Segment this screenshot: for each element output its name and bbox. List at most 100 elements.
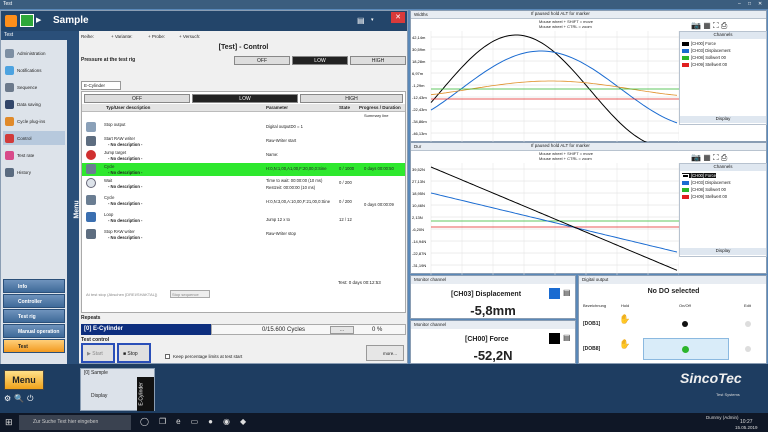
sidebar-item-history[interactable]: History bbox=[3, 165, 65, 179]
raw-writer-icon bbox=[86, 136, 96, 146]
cyl-high-button[interactable]: HIGH bbox=[300, 94, 403, 103]
chart1-plot[interactable]: 42,14m 30,59m 18,28m 6,97m -1,29m -12,43m -22,… bbox=[411, 31, 679, 143]
window-title: Sample bbox=[53, 15, 89, 26]
sidebar-item-test-rate[interactable]: Test rate bbox=[3, 148, 65, 162]
menu-strip[interactable]: Menu bbox=[67, 31, 81, 365]
dropdown-icon[interactable]: ▾ bbox=[371, 17, 374, 23]
windows-start-icon[interactable]: ⊞ bbox=[5, 417, 13, 428]
monitor1-settings-icon[interactable]: ▤ bbox=[563, 288, 571, 297]
repeat-options-button[interactable]: ... bbox=[330, 326, 354, 334]
fullscreen-icon[interactable]: ⛶ bbox=[713, 21, 719, 30]
legend-item[interactable]: [CH09] Stellwert 00 bbox=[682, 62, 727, 67]
monitor1-color[interactable] bbox=[549, 288, 560, 299]
chart-icon[interactable]: ▦ bbox=[703, 153, 711, 162]
table-row[interactable]: Stop output Digital outputD0 = 1 bbox=[82, 121, 405, 134]
chart-dur[interactable]: Dur If paused hold ALT for marker Mouse … bbox=[410, 142, 767, 275]
table-row[interactable]: Wait - No description - Time to wait: 00:0… bbox=[82, 177, 405, 193]
table-row[interactable]: Loop - No description - Jump 12 x to 12 / 1… bbox=[82, 211, 405, 227]
nav-group-manual-operation[interactable]: Manual operation bbox=[3, 324, 65, 338]
fullscreen-icon[interactable]: ⛶ bbox=[713, 153, 719, 162]
task-view-icon[interactable]: ❐ bbox=[159, 417, 166, 426]
legend-item[interactable]: [CH09] Stellwert 00 bbox=[682, 194, 727, 199]
do-row-1-edit[interactable] bbox=[745, 321, 751, 327]
play-icon[interactable]: ▶ bbox=[36, 16, 41, 24]
table-row[interactable]: Stop RAW writer - No description - Raw-Wri… bbox=[82, 228, 405, 241]
menu-button[interactable]: Menu bbox=[4, 370, 44, 390]
chart1-display-header[interactable]: Display bbox=[680, 116, 766, 123]
chart-icon[interactable]: ▦ bbox=[703, 21, 711, 30]
folder-icon[interactable]: ▭ bbox=[191, 417, 199, 426]
camera-icon[interactable]: 📷 bbox=[691, 21, 701, 30]
chart-widths[interactable]: Widths If paused hold ALT for marker Mou… bbox=[410, 10, 767, 143]
sample-tile[interactable]: [0] Sample Display E-Cylinder bbox=[80, 368, 155, 411]
window-close-button[interactable]: ✕ bbox=[391, 12, 405, 23]
variante-label[interactable]: + Variante: bbox=[111, 34, 133, 39]
table-row-active[interactable]: Cycle - No description - H:0,N:1,00,A1,00,… bbox=[82, 163, 405, 176]
close-button[interactable]: ✕ bbox=[758, 1, 762, 7]
nav-group-test[interactable]: Test bbox=[3, 339, 65, 353]
at-test-stop-select[interactable]: Stop sequence bbox=[170, 290, 210, 298]
monitor2-color[interactable] bbox=[549, 333, 560, 344]
do-row-2-edit[interactable] bbox=[745, 346, 751, 352]
chart2-display-header[interactable]: Display bbox=[680, 248, 766, 255]
mic-icon[interactable]: ◯ bbox=[140, 417, 149, 426]
nav-group-controller[interactable]: Controller bbox=[3, 294, 65, 308]
firefox-icon[interactable]: ● bbox=[208, 417, 213, 426]
legend-item-selected[interactable]: [CH00] Force bbox=[682, 173, 716, 178]
pressure-off-button[interactable]: OFF bbox=[234, 56, 290, 65]
toolbox-icon[interactable]: ▤ bbox=[357, 16, 365, 25]
sidebar-item-control[interactable]: Control bbox=[3, 131, 65, 145]
power-icon[interactable]: ⏻ bbox=[27, 394, 33, 408]
table-row[interactable]: Start RAW writer - No description - Raw-Wr… bbox=[82, 135, 405, 148]
do-row-2-state[interactable] bbox=[682, 346, 689, 353]
probe-label[interactable]: + Probe: bbox=[148, 34, 165, 39]
reihe-label[interactable]: Reihe: bbox=[81, 34, 94, 39]
cyl-off-button[interactable]: OFF bbox=[84, 94, 190, 103]
nav-group-test-rig[interactable]: Test rig bbox=[3, 309, 65, 323]
camera-icon[interactable]: 📷 bbox=[691, 153, 701, 162]
legend-item[interactable]: [CH08] Sollwert 00 bbox=[682, 187, 726, 192]
hand-icon[interactable]: ✋ bbox=[619, 339, 630, 350]
legend-item[interactable]: [CH03] Displacement bbox=[682, 48, 731, 53]
cycle-icon[interactable] bbox=[20, 14, 34, 27]
monitor2-settings-icon[interactable]: ▤ bbox=[563, 333, 571, 342]
table-row[interactable]: Jump target - No description - Name: bbox=[82, 149, 405, 162]
start-button[interactable]: ▶ Start bbox=[81, 343, 115, 363]
legend-item[interactable]: [CH00] Force bbox=[682, 41, 716, 46]
more-button[interactable]: more... bbox=[366, 345, 404, 361]
legend-item[interactable]: [CH03] Displacement bbox=[682, 180, 731, 185]
legend-item[interactable]: [CH08] Sollwert 00 bbox=[682, 55, 726, 60]
nav-group-info[interactable]: Info bbox=[3, 279, 65, 293]
table-row[interactable]: Cycle - No description - H:0,N:3,00,A:10,0… bbox=[82, 194, 405, 210]
hand-icon[interactable]: ✋ bbox=[619, 314, 630, 325]
sidebar-item-cycle-plugins[interactable]: Cycle plug-ins bbox=[3, 114, 65, 128]
maximize-button[interactable]: □ bbox=[748, 1, 751, 7]
cyl-low-button[interactable]: LOW bbox=[192, 94, 298, 103]
taskbar-search-input[interactable]: Zur Suche Text hier eingeben bbox=[19, 415, 131, 430]
pressure-high-button[interactable]: HIGH bbox=[350, 56, 406, 65]
swatch-displacement bbox=[682, 180, 689, 185]
sidebar-item-data-saving[interactable]: Data saving bbox=[3, 97, 65, 111]
keep-percentage-checkbox[interactable] bbox=[165, 354, 170, 359]
minimize-button[interactable]: – bbox=[738, 1, 741, 7]
print-icon[interactable]: ⎙ bbox=[721, 153, 727, 162]
do-row-1-state[interactable] bbox=[682, 321, 688, 327]
sidebar-item-notifications[interactable]: Notifications bbox=[3, 63, 65, 77]
sidebar-item-administration[interactable]: Administration bbox=[3, 46, 65, 60]
search-icon[interactable]: 🔍 bbox=[14, 394, 24, 408]
pressure-low-button[interactable]: LOW bbox=[292, 56, 348, 65]
tab-e-cylinder[interactable]: E-Cylinder bbox=[81, 81, 121, 90]
sequence-table: OFF LOW HIGH Typ/User description Parame… bbox=[81, 91, 406, 313]
notification-icon bbox=[5, 65, 14, 75]
y-tick-label: 18,28m bbox=[412, 59, 426, 64]
versuch-label[interactable]: + Versuch: bbox=[179, 34, 200, 39]
edge-icon[interactable]: e bbox=[176, 417, 180, 426]
swatch-displacement bbox=[682, 48, 689, 53]
settings-icon[interactable]: ⚙ bbox=[4, 394, 11, 408]
sidebar-item-sequence[interactable]: Sequence bbox=[3, 80, 65, 94]
app-icon[interactable]: ◆ bbox=[240, 417, 246, 426]
chrome-icon[interactable]: ◉ bbox=[223, 417, 230, 426]
chart2-plot[interactable]: 39,52N 27,13N 18,95N 10,46N 2,13N -6,20N -14,9… bbox=[411, 163, 679, 275]
print-icon[interactable]: ⎙ bbox=[721, 21, 727, 30]
stop-button[interactable]: ■ Stop bbox=[117, 343, 151, 363]
